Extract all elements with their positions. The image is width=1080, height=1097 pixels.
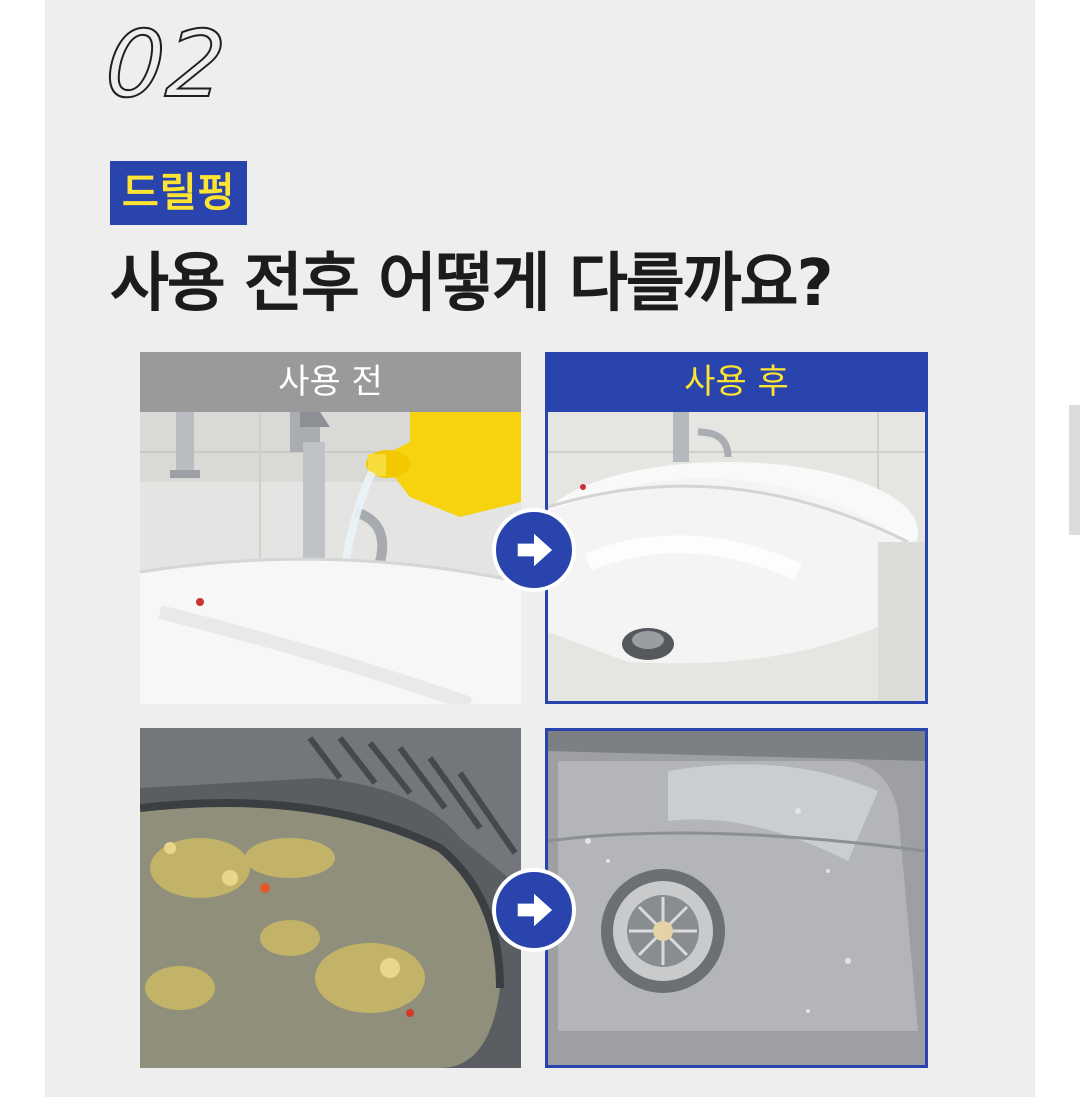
arrow-right-icon: [492, 868, 576, 952]
before-sink-photo: [140, 728, 521, 1068]
before-washbasin-photo: [140, 412, 521, 704]
headline: 사용 전후 어떻게 다를까요?: [110, 247, 834, 321]
arrow-right-icon: [492, 508, 576, 592]
before-label: 사용 전: [140, 352, 521, 412]
after-label: 사용 후: [545, 352, 928, 412]
step-number: 02: [101, 10, 232, 119]
after-sink-photo: [545, 728, 928, 1068]
scroll-indicator: [1069, 405, 1080, 535]
after-washbasin-photo: [545, 412, 928, 704]
brand-tag: 드릴펑: [110, 161, 248, 225]
